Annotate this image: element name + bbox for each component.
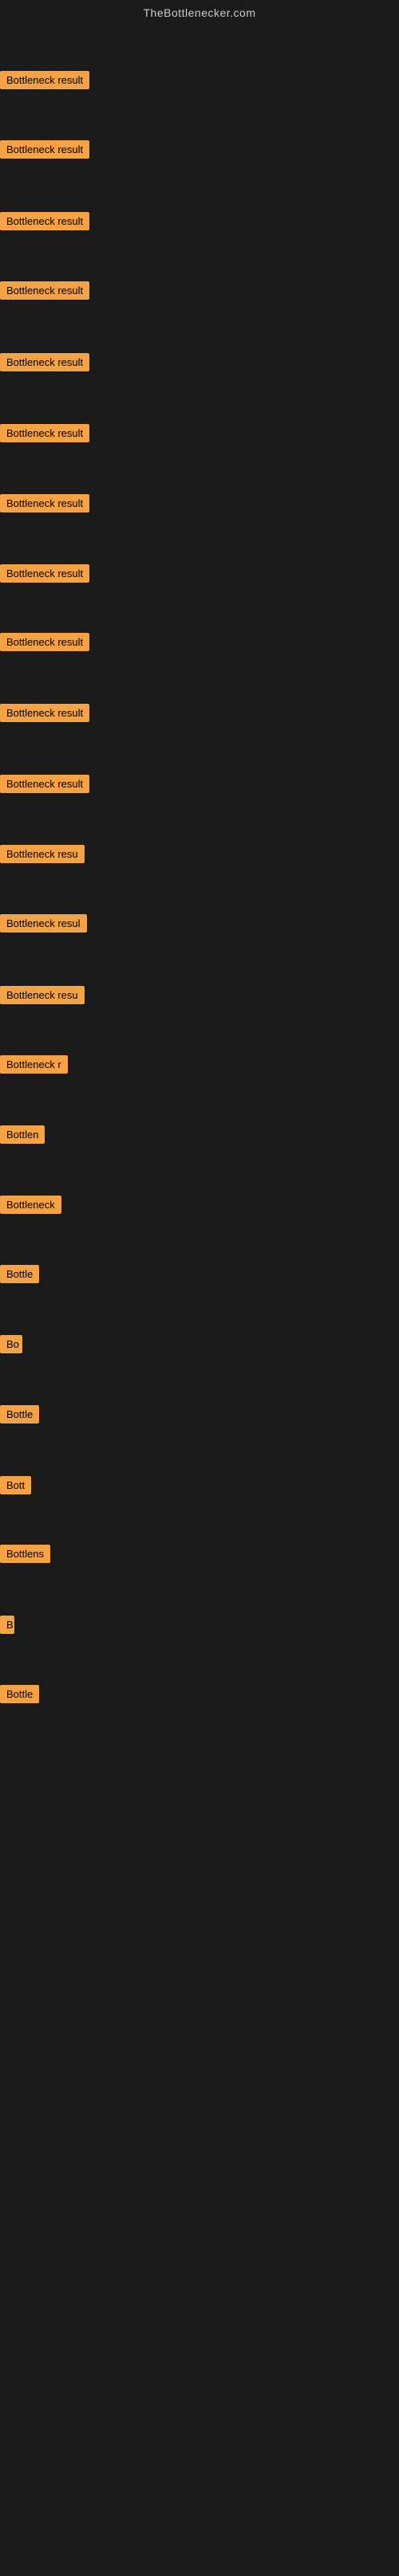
bottleneck-badge-9[interactable]: Bottleneck result bbox=[0, 633, 89, 655]
bottleneck-label-17: Bottleneck bbox=[0, 1196, 61, 1214]
bottleneck-badge-18[interactable]: Bottle bbox=[0, 1265, 39, 1287]
bottleneck-label-16: Bottlen bbox=[0, 1125, 45, 1144]
bottleneck-label-5: Bottleneck result bbox=[0, 353, 89, 371]
bottleneck-label-13: Bottleneck resul bbox=[0, 914, 87, 933]
bottleneck-label-3: Bottleneck result bbox=[0, 212, 89, 230]
bottleneck-badge-8[interactable]: Bottleneck result bbox=[0, 564, 89, 587]
bottleneck-label-1: Bottleneck result bbox=[0, 71, 89, 89]
bottleneck-badge-19[interactable]: Bo bbox=[0, 1335, 22, 1357]
bottleneck-badge-15[interactable]: Bottleneck r bbox=[0, 1055, 68, 1078]
bottleneck-label-18: Bottle bbox=[0, 1265, 39, 1283]
bottleneck-badge-13[interactable]: Bottleneck resul bbox=[0, 914, 87, 937]
bottleneck-badge-6[interactable]: Bottleneck result bbox=[0, 424, 89, 446]
bottleneck-badge-4[interactable]: Bottleneck result bbox=[0, 281, 89, 304]
bottleneck-badge-23[interactable]: B bbox=[0, 1616, 14, 1638]
bottleneck-label-24: Bottle bbox=[0, 1685, 39, 1703]
bottleneck-label-19: Bo bbox=[0, 1335, 22, 1353]
bottleneck-badge-5[interactable]: Bottleneck result bbox=[0, 353, 89, 375]
bottleneck-label-15: Bottleneck r bbox=[0, 1055, 68, 1074]
bottleneck-label-2: Bottleneck result bbox=[0, 140, 89, 159]
bottleneck-label-8: Bottleneck result bbox=[0, 564, 89, 583]
bottleneck-label-6: Bottleneck result bbox=[0, 424, 89, 442]
bottleneck-badge-1[interactable]: Bottleneck result bbox=[0, 71, 89, 93]
bottleneck-badge-11[interactable]: Bottleneck result bbox=[0, 775, 89, 797]
bottleneck-badge-21[interactable]: Bott bbox=[0, 1476, 31, 1498]
bottleneck-badge-14[interactable]: Bottleneck resu bbox=[0, 986, 85, 1008]
bottleneck-label-21: Bott bbox=[0, 1476, 31, 1494]
bottleneck-badge-22[interactable]: Bottlens bbox=[0, 1545, 50, 1567]
bottleneck-label-23: B bbox=[0, 1616, 14, 1634]
bottleneck-badge-7[interactable]: Bottleneck result bbox=[0, 494, 89, 516]
bottleneck-badge-2[interactable]: Bottleneck result bbox=[0, 140, 89, 163]
bottleneck-label-11: Bottleneck result bbox=[0, 775, 89, 793]
bottleneck-badge-10[interactable]: Bottleneck result bbox=[0, 704, 89, 726]
bottleneck-label-12: Bottleneck resu bbox=[0, 845, 85, 863]
bottleneck-label-20: Bottle bbox=[0, 1405, 39, 1423]
bottleneck-label-9: Bottleneck result bbox=[0, 633, 89, 651]
site-title: TheBottlenecker.com bbox=[0, 0, 399, 26]
bottleneck-label-14: Bottleneck resu bbox=[0, 986, 85, 1004]
bottleneck-label-7: Bottleneck result bbox=[0, 494, 89, 512]
bottleneck-badge-24[interactable]: Bottle bbox=[0, 1685, 39, 1707]
bottleneck-label-22: Bottlens bbox=[0, 1545, 50, 1563]
bottleneck-badge-3[interactable]: Bottleneck result bbox=[0, 212, 89, 234]
bottleneck-badge-17[interactable]: Bottleneck bbox=[0, 1196, 61, 1218]
bottleneck-badge-20[interactable]: Bottle bbox=[0, 1405, 39, 1427]
bottleneck-badge-16[interactable]: Bottlen bbox=[0, 1125, 45, 1148]
bottleneck-badge-12[interactable]: Bottleneck resu bbox=[0, 845, 85, 867]
bottleneck-label-10: Bottleneck result bbox=[0, 704, 89, 722]
bottleneck-label-4: Bottleneck result bbox=[0, 281, 89, 300]
